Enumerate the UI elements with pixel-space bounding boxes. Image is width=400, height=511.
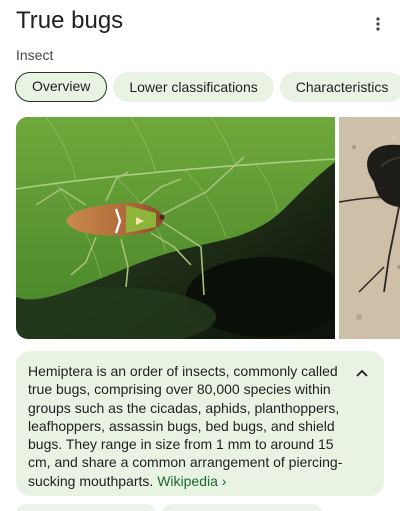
next-section-preview xyxy=(16,504,400,511)
second-bug-image[interactable] xyxy=(339,117,400,339)
wikipedia-link[interactable]: Wikipedia › xyxy=(157,473,226,489)
tab-bar: Overview Lower classifications Character… xyxy=(15,72,400,102)
page-title: True bugs xyxy=(16,7,124,34)
preview-card xyxy=(16,504,156,511)
chevron-up-icon xyxy=(356,369,368,377)
second-bug-illustration xyxy=(339,117,400,339)
description-card: Hemiptera is an order of insects, common… xyxy=(16,351,384,496)
description-text: Hemiptera is an order of insects, common… xyxy=(28,363,343,489)
bug-on-leaf-illustration xyxy=(16,117,335,339)
tab-lower-classifications[interactable]: Lower classifications xyxy=(113,72,274,102)
chevron-right-icon: › xyxy=(221,472,227,489)
tab-overview[interactable]: Overview xyxy=(15,72,108,102)
source-label: Wikipedia xyxy=(157,472,218,489)
entity-type: Insect xyxy=(16,47,54,63)
more-options-button[interactable] xyxy=(364,10,392,38)
more-vert-icon xyxy=(376,17,380,31)
tab-characteristics[interactable]: Characteristics xyxy=(279,72,400,102)
preview-card xyxy=(162,504,322,511)
bug-on-leaf-image[interactable] xyxy=(16,117,335,339)
knowledge-panel: True bugs Insect Overview Lower classifi… xyxy=(0,0,400,511)
image-gallery xyxy=(16,117,400,339)
description-paragraph: Hemiptera is an order of insects, common… xyxy=(28,362,344,490)
panel-header: True bugs Insect xyxy=(16,6,386,64)
collapse-button[interactable] xyxy=(350,361,374,385)
